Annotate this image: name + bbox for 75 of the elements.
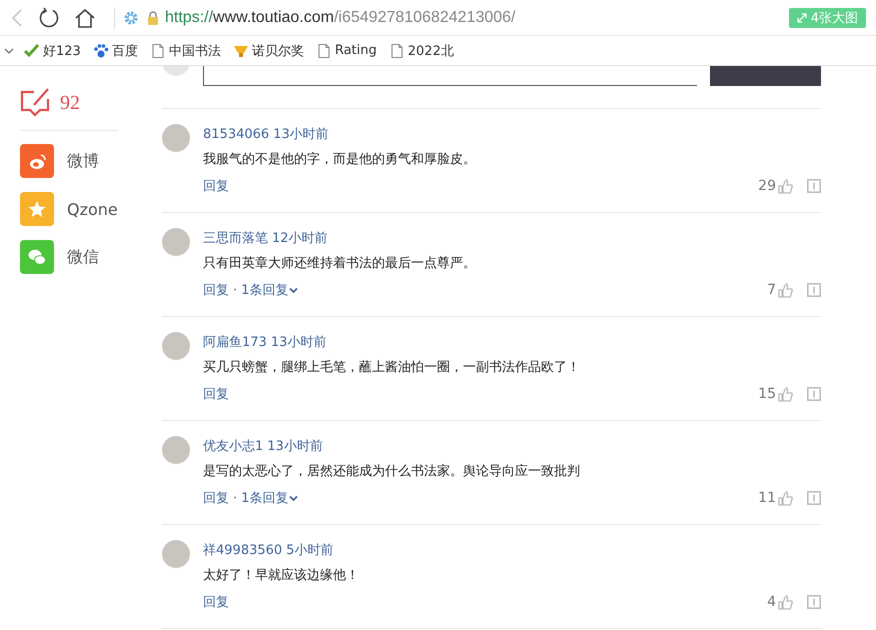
avatar[interactable] [162,436,190,464]
share-label[interactable]: Qzone [67,200,118,218]
username[interactable]: 阿扁鱼173 [203,333,267,351]
timestamp: 12小时前 [272,230,328,247]
bookmark-link[interactable]: 2022北 [388,42,454,60]
chevron-down-icon [289,286,298,294]
thumbs-up-icon[interactable] [778,490,793,506]
paw-icon [92,42,109,58]
reply-link[interactable]: 回复 [203,385,229,403]
reply-link[interactable]: 回复 [203,281,229,299]
timestamp: 13小时前 [270,334,326,351]
thumbs-up-icon[interactable] [778,178,793,194]
like-count: 7 [767,282,776,298]
username[interactable]: 81534066 [203,126,270,142]
username[interactable]: 优友小志1 [203,437,264,455]
reply-link[interactable]: 回复 [203,177,229,195]
bookmark-link[interactable]: 中国书法 [150,42,221,60]
share-button[interactable] [20,144,54,178]
chevron-down-icon[interactable] [4,46,14,54]
weibo-icon [27,151,47,171]
username[interactable]: 祥49983560 [203,541,282,559]
check-icon [24,42,40,58]
comment-text: 只有田英章大师还维持着书法的最后一点尊严。 [203,256,476,271]
share-button[interactable] [20,240,54,274]
comment-text: 太好了！早就应该边缘他！ [203,568,359,583]
home-icon[interactable] [74,8,96,28]
avatar[interactable] [162,228,190,256]
avatar[interactable] [162,124,190,152]
like-count: 4 [767,594,776,610]
thumbs-up-icon[interactable] [778,594,793,610]
star-icon [27,199,47,219]
bookmark-link[interactable]: Rating [316,42,377,58]
bookmark-link[interactable]: 百度 [92,42,138,60]
page-icon [388,42,405,58]
separator-dot: · [233,282,238,298]
like-count: 15 [758,386,776,402]
report-icon[interactable] [807,491,821,505]
timestamp: 13小时前 [273,126,329,143]
bookmark-link[interactable]: 诺贝尔奖 [232,42,304,60]
comment-text: 买几只螃蟹，腿绑上毛笔，蘸上酱油怕一圈，一副书法作品欧了！ [203,360,580,375]
reply-link[interactable]: 回复 [203,593,229,611]
separator-dot: · [233,490,238,506]
gear-icon[interactable] [123,10,139,26]
expand-icon [796,12,807,22]
share-button[interactable] [20,192,54,226]
username[interactable]: 三思而落笔 [203,229,268,247]
comment-text: 我服气的不是他的字，而是他的勇气和厚脸皮。 [203,152,476,167]
comment-edit-icon[interactable] [20,87,52,119]
avatar[interactable] [162,332,190,360]
chat-bubbles-icon [27,247,47,267]
timestamp: 13小时前 [267,438,323,455]
thumbs-up-icon[interactable] [778,386,793,402]
comment-text: 是写的太恶心了，居然还能成为什么书法家。舆论导向应一致批判 [203,464,580,479]
chevron-down-icon [289,494,298,502]
replies-link[interactable]: 1条回复 [241,489,298,507]
replies-link[interactable]: 1条回复 [241,281,298,299]
report-icon[interactable] [807,283,821,297]
like-count: 29 [758,178,776,194]
page-icon [316,42,332,58]
thumbs-up-icon[interactable] [778,282,793,298]
share-label[interactable]: 微博 [67,150,99,172]
reply-link[interactable]: 回复 [203,489,229,507]
bookmark-link[interactable]: 好123 [24,42,81,60]
like-count: 11 [758,490,776,506]
share-label[interactable]: 微信 [67,246,99,268]
address-field[interactable]: https://www.toutiao.com/i6549278106824213006/ [165,8,516,26]
timestamp: 5小时前 [286,542,334,559]
lock-icon [145,10,161,26]
page-icon [150,42,166,58]
report-icon[interactable] [807,387,821,401]
report-icon[interactable] [807,595,821,609]
avatar[interactable] [162,540,190,568]
report-icon[interactable] [807,179,821,193]
reload-icon[interactable] [38,6,60,28]
comment-count[interactable]: 92 [60,92,80,114]
